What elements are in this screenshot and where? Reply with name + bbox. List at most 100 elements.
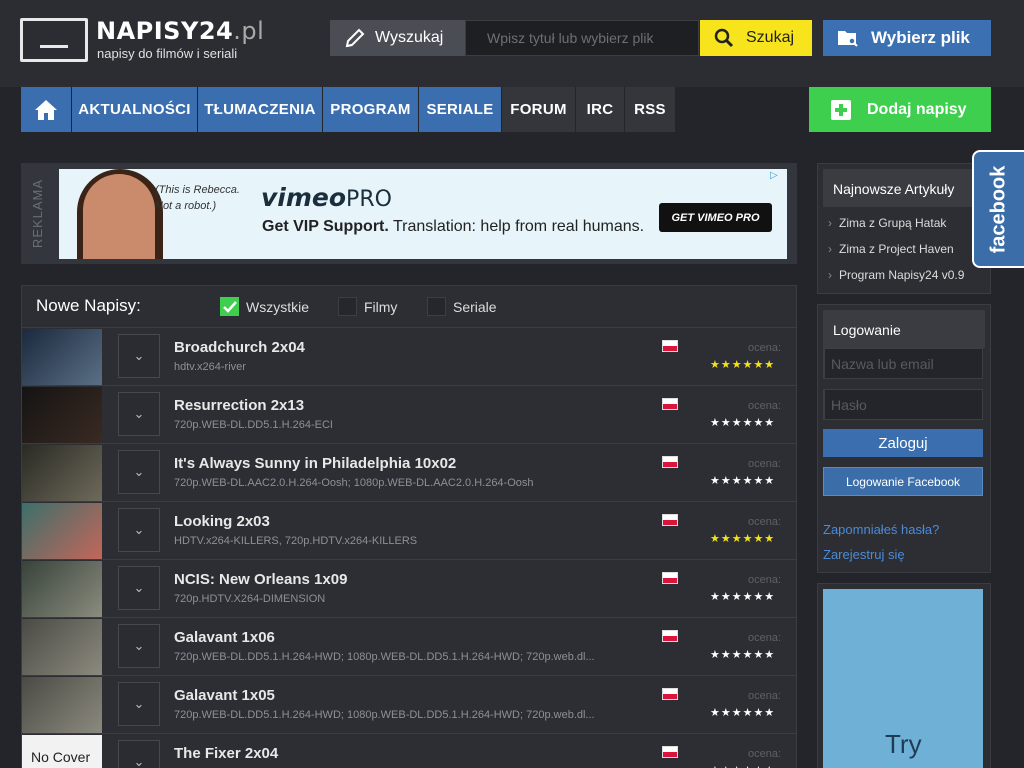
checkbox-icon[interactable]: [338, 297, 357, 316]
search-button[interactable]: Szukaj: [700, 20, 812, 56]
checkbox-checked-icon[interactable]: [220, 297, 239, 316]
rating-stars: ★★★★★★: [710, 649, 776, 661]
rating-stars: ★★★★★★: [710, 707, 776, 719]
subtitle-row[interactable]: No Cover ⌄ The Fixer 2x04 ocena: ★★★★★★: [22, 733, 796, 768]
release-info: 720p.WEB-DL.DD5.1.H.264-HWD; 1080p.WEB-D…: [174, 709, 594, 721]
chevron-down-icon: ⌄: [133, 348, 145, 363]
subtitle-row[interactable]: ⌄ Galavant 1x05 720p.WEB-DL.DD5.1.H.264-HW…: [22, 675, 796, 733]
articles-title: Najnowsze Artykuły: [823, 169, 985, 207]
expand-button[interactable]: ⌄: [118, 334, 160, 378]
search-input[interactable]: [465, 20, 699, 56]
expand-button[interactable]: ⌄: [118, 450, 160, 494]
facebook-tab[interactable]: facebook: [972, 150, 1024, 268]
rating-stars: ★★★★★★: [710, 764, 775, 768]
expand-button[interactable]: ⌄: [118, 624, 160, 668]
ad-headline: Get VIP Support. Translation: help from …: [262, 218, 645, 235]
expand-button[interactable]: ⌄: [118, 392, 160, 436]
rating-stars: ★★★★★★: [710, 417, 776, 429]
subtitle-row[interactable]: ⌄ It's Always Sunny in Philadelphia 10x02…: [22, 443, 796, 501]
add-subtitles-button[interactable]: Dodaj napisy: [809, 87, 991, 132]
release-info: 720p.HDTV.X264-DIMENSION: [174, 593, 326, 605]
subtitle-title[interactable]: It's Always Sunny in Philadelphia 10x02: [174, 455, 456, 472]
nav-aktualnosci[interactable]: AKTUALNOŚCI: [72, 87, 198, 132]
register-link[interactable]: Zarejestruj się: [823, 547, 905, 562]
username-field[interactable]: [823, 348, 1012, 379]
polish-flag-icon: [662, 514, 678, 526]
home-button[interactable]: [21, 87, 72, 132]
rating-stars: ★★★★★★: [710, 359, 776, 371]
subtitle-title[interactable]: Looking 2x03: [174, 513, 270, 530]
chevron-down-icon: ⌄: [133, 522, 145, 537]
subtitle-row[interactable]: ⌄ NCIS: New Orleans 1x09 720p.HDTV.X264-DI…: [22, 559, 796, 617]
adchoices-icon[interactable]: ▷: [770, 170, 784, 184]
chevron-down-icon: ⌄: [133, 696, 145, 711]
nav-rss[interactable]: RSS: [625, 87, 676, 132]
subtitle-row[interactable]: ⌄ Resurrection 2x13 720p.WEB-DL.DD5.1.H.26…: [22, 385, 796, 443]
pencil-icon: [345, 28, 365, 48]
list-title: Nowe Napisy:: [36, 296, 141, 315]
password-input[interactable]: [825, 390, 1012, 419]
filter-all[interactable]: Wszystkie: [220, 297, 309, 316]
rating-label: ocena:: [748, 748, 782, 760]
subtitle-title[interactable]: NCIS: New Orleans 1x09: [174, 571, 347, 588]
login-button[interactable]: Zaloguj: [823, 429, 983, 457]
cover-thumbnail[interactable]: No Cover: [22, 735, 102, 768]
expand-button[interactable]: ⌄: [118, 508, 160, 552]
nav-seriale[interactable]: SERIALE: [419, 87, 502, 132]
cover-thumbnail[interactable]: [22, 619, 102, 675]
subtitle-row[interactable]: ⌄ Broadchurch 2x04 hdtv.x264-river ocena: ★★…: [22, 327, 796, 385]
plus-icon: [831, 99, 851, 120]
expand-button[interactable]: ⌄: [118, 740, 160, 768]
rating-label: ocena:: [748, 458, 782, 470]
chevron-down-icon: ⌄: [133, 754, 145, 768]
rating-stars: ★★★★★★: [710, 533, 776, 545]
polish-flag-icon: [662, 456, 678, 468]
article-link[interactable]: Program Napisy24 v0.9: [828, 268, 964, 282]
password-field[interactable]: [823, 389, 1012, 420]
article-link[interactable]: Zima z Grupą Hatak: [828, 216, 946, 230]
cover-thumbnail[interactable]: [22, 503, 102, 559]
subtitle-title[interactable]: Galavant 1x06: [174, 629, 275, 646]
nav-forum[interactable]: FORUM: [502, 87, 576, 132]
nav-program[interactable]: PROGRAM: [323, 87, 419, 132]
forgot-password-link[interactable]: Zapomniałeś hasła?: [823, 522, 939, 537]
facebook-login-button[interactable]: Logowanie Facebook: [823, 467, 983, 496]
rating-label: ocena:: [748, 574, 782, 586]
site-tagline: napisy do filmów i seriali: [97, 46, 238, 61]
subtitle-row[interactable]: ⌄ Galavant 1x06 720p.WEB-DL.DD5.1.H.264-HW…: [22, 617, 796, 675]
release-info: 720p.WEB-DL.DD5.1.H.264-HWD; 1080p.WEB-D…: [174, 651, 594, 663]
filter-movies[interactable]: Filmy: [338, 297, 397, 316]
filter-series[interactable]: Seriale: [427, 297, 497, 316]
expand-button[interactable]: ⌄: [118, 682, 160, 726]
cover-thumbnail[interactable]: [22, 329, 102, 385]
chevron-down-icon: ⌄: [133, 406, 145, 421]
article-link[interactable]: Zima z Project Haven: [828, 242, 954, 256]
cover-thumbnail[interactable]: [22, 561, 102, 617]
nav-irc[interactable]: IRC: [576, 87, 625, 132]
rating-label: ocena:: [748, 342, 782, 354]
release-info: 720p.WEB-DL.AAC2.0.H.264-Oosh; 1080p.WEB…: [174, 477, 534, 489]
subtitle-title[interactable]: The Fixer 2x04: [174, 745, 278, 762]
username-input[interactable]: [825, 349, 1012, 378]
choose-file-button[interactable]: Wybierz plik: [823, 20, 991, 56]
site-logo-title[interactable]: NAPISY24.pl: [96, 17, 264, 45]
checkbox-icon[interactable]: [427, 297, 446, 316]
expand-button[interactable]: ⌄: [118, 566, 160, 610]
logo-icon[interactable]: [20, 18, 88, 62]
cover-thumbnail[interactable]: [22, 445, 102, 501]
cover-thumbnail[interactable]: [22, 387, 102, 443]
no-cover-text: No Cover: [31, 749, 91, 765]
ad-cta-button[interactable]: GET VIMEO PRO: [659, 203, 772, 232]
nav-tlumaczenia[interactable]: TŁUMACZENIA: [198, 87, 323, 132]
subtitle-title[interactable]: Resurrection 2x13: [174, 397, 304, 414]
subtitle-title[interactable]: Broadchurch 2x04: [174, 339, 305, 356]
search-mode-label[interactable]: Wyszukaj: [330, 20, 465, 56]
cover-thumbnail[interactable]: [22, 677, 102, 733]
sidebar-ad-text: Try: [885, 729, 922, 759]
rating-label: ocena:: [748, 690, 782, 702]
subtitle-title[interactable]: Galavant 1x05: [174, 687, 275, 704]
polish-flag-icon: [662, 630, 678, 642]
subtitle-row[interactable]: ⌄ Looking 2x03 HDTV.x264-KILLERS, 720p.HDT…: [22, 501, 796, 559]
release-info: HDTV.x264-KILLERS, 720p.HDTV.x264-KILLER…: [174, 535, 418, 547]
ad-banner[interactable]: (This is Rebecca. Not a robot.) vimeoPRO …: [59, 169, 787, 259]
